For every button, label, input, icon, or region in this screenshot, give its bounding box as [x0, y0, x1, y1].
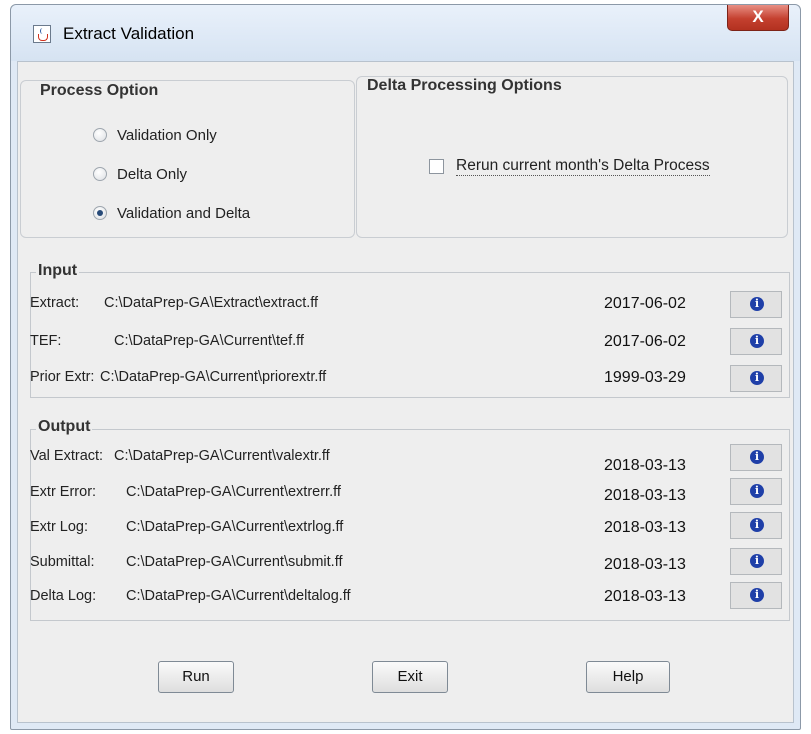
radio-delta-only-label: Delta Only — [117, 165, 188, 183]
output-val-extract-path: C:\DataPrep-GA\Current\valextr.ff — [114, 448, 330, 464]
radio-validation-only-label: Validation Only — [117, 126, 217, 144]
input-tef-date: 2017-06-02 — [604, 333, 686, 350]
info-icon: i — [750, 518, 764, 532]
delta-options-panel: Delta Processing Options Rerun current m… — [356, 76, 788, 238]
radio-validation-and-delta-circle[interactable] — [93, 206, 107, 220]
output-extr-log-path: C:\DataPrep-GA\Current\extrlog.ff — [126, 519, 344, 535]
process-option-title: Process Option — [40, 82, 159, 99]
info-icon: i — [750, 588, 764, 602]
radio-delta-only-circle[interactable] — [93, 167, 107, 181]
window-title: Extract Validation — [63, 24, 195, 43]
output-extr-error-date: 2018-03-13 — [604, 487, 686, 504]
output-delta-log-label: Delta Log: — [30, 588, 97, 604]
radio-validation-and-delta[interactable]: Validation and Delta — [93, 202, 250, 224]
output-val-extract-info-button[interactable]: i — [730, 444, 782, 471]
close-button[interactable]: X — [727, 5, 789, 31]
output-extr-error-info-button[interactable]: i — [730, 478, 782, 505]
rerun-delta-checkbox-row[interactable]: Rerun current month's Delta Process — [429, 155, 710, 177]
info-icon: i — [750, 297, 764, 311]
input-extract-date: 2017-06-02 — [604, 295, 686, 312]
output-submittal-path: C:\DataPrep-GA\Current\submit.ff — [126, 554, 343, 570]
input-tef-info-button[interactable]: i — [730, 328, 782, 355]
radio-validation-and-delta-label: Validation and Delta — [117, 204, 251, 222]
output-delta-log-date: 2018-03-13 — [604, 588, 686, 605]
radio-validation-only-circle[interactable] — [93, 128, 107, 142]
output-delta-log-info-button[interactable]: i — [730, 582, 782, 609]
dialog-content: Process Option Validation Only Delta Onl… — [17, 61, 794, 723]
info-icon: i — [750, 334, 764, 348]
output-submittal-date: 2018-03-13 — [604, 556, 686, 573]
output-extr-log-info-button[interactable]: i — [730, 512, 782, 539]
input-tef-label: TEF: — [30, 333, 62, 349]
process-option-panel: Process Option Validation Only Delta Onl… — [20, 80, 355, 238]
output-delta-log-path: C:\DataPrep-GA\Current\deltalog.ff — [126, 588, 351, 604]
help-button[interactable]: Help — [586, 661, 670, 693]
input-prior-extr-label: Prior Extr: — [30, 369, 95, 385]
output-submittal-info-button[interactable]: i — [730, 548, 782, 575]
output-submittal-label: Submittal: — [30, 554, 95, 570]
info-icon: i — [750, 371, 764, 385]
rerun-delta-label: Rerun current month's Delta Process — [456, 156, 710, 176]
java-app-icon — [33, 25, 51, 43]
title-bar[interactable]: Extract Validation X — [11, 5, 800, 61]
delta-options-title: Delta Processing Options — [367, 77, 562, 94]
radio-validation-only[interactable]: Validation Only — [93, 124, 217, 146]
info-icon: i — [750, 484, 764, 498]
output-section-title: Output — [36, 418, 93, 436]
input-prior-extr-path: C:\DataPrep-GA\Current\priorextr.ff — [100, 369, 327, 385]
radio-delta-only[interactable]: Delta Only — [93, 163, 187, 185]
input-extract-label: Extract: — [30, 295, 80, 311]
extract-validation-window: Extract Validation X Process Option Vali… — [10, 4, 801, 730]
input-section-title: Input — [36, 262, 80, 280]
info-icon: i — [750, 554, 764, 568]
run-button[interactable]: Run — [158, 661, 234, 693]
output-extr-log-date: 2018-03-13 — [604, 519, 686, 536]
input-prior-extr-info-button[interactable]: i — [730, 365, 782, 392]
output-extr-log-label: Extr Log: — [30, 519, 89, 535]
exit-button[interactable]: Exit — [372, 661, 448, 693]
input-extract-path: C:\DataPrep-GA\Extract\extract.ff — [104, 295, 319, 311]
input-tef-path: C:\DataPrep-GA\Current\tef.ff — [114, 333, 304, 349]
info-icon: i — [750, 450, 764, 464]
output-val-extract-label: Val Extract: — [30, 448, 104, 464]
output-extr-error-label: Extr Error: — [30, 484, 97, 500]
input-extract-info-button[interactable]: i — [730, 291, 782, 318]
input-prior-extr-date: 1999-03-29 — [604, 369, 686, 386]
rerun-delta-checkbox[interactable] — [429, 158, 444, 174]
output-extr-error-path: C:\DataPrep-GA\Current\extrerr.ff — [126, 484, 341, 500]
output-val-extract-date: 2018-03-13 — [604, 457, 686, 474]
